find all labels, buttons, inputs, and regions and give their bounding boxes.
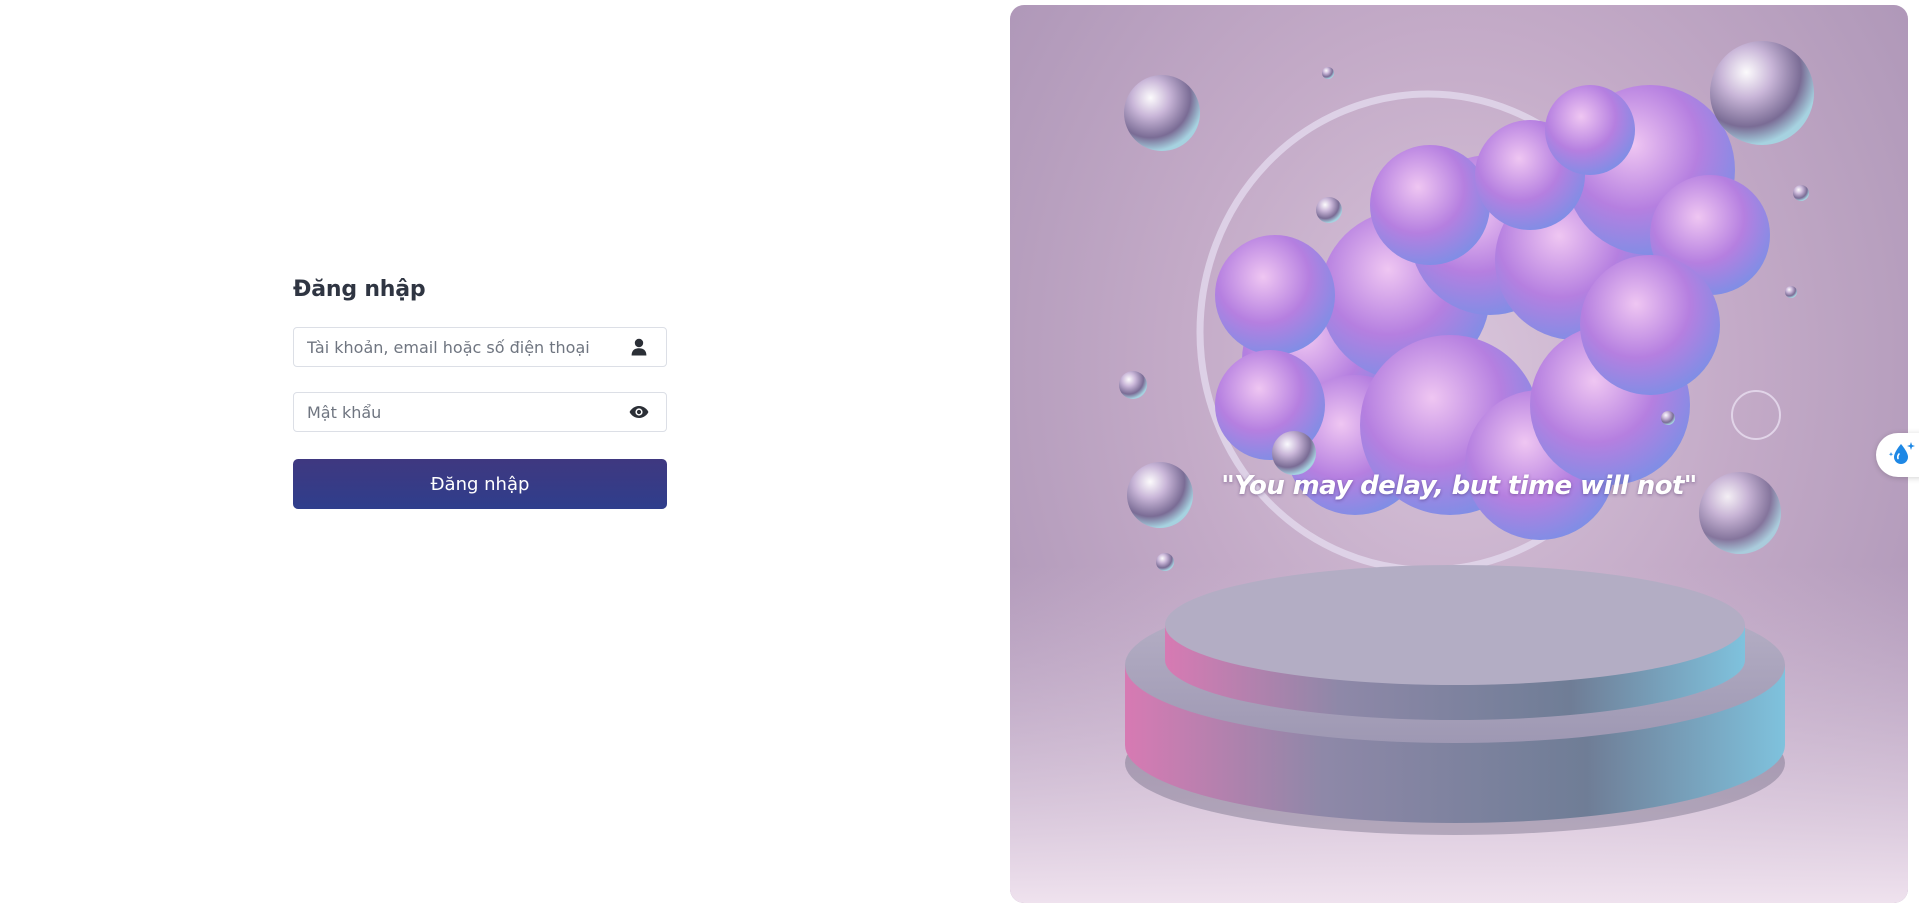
- login-button[interactable]: Đăng nhập: [293, 459, 667, 509]
- password-field: [293, 392, 667, 432]
- username-field: [293, 327, 667, 367]
- eye-icon[interactable]: [629, 402, 649, 422]
- hero-quote: "You may delay, but time will not": [1221, 471, 1697, 501]
- username-input[interactable]: [294, 328, 666, 366]
- login-form: Đăng nhập Đăng nhập: [293, 275, 667, 509]
- hero-illustration: [1010, 41, 1908, 903]
- login-pane: Đăng nhập Đăng nhập: [0, 0, 1010, 904]
- water-drop-sparkle-icon: [1886, 438, 1916, 472]
- password-input[interactable]: [294, 393, 666, 431]
- login-title: Đăng nhập: [293, 277, 426, 302]
- hero-image: "You may delay, but time will not": [1010, 5, 1908, 903]
- floating-widget-button[interactable]: [1876, 433, 1919, 477]
- user-icon: [629, 337, 649, 357]
